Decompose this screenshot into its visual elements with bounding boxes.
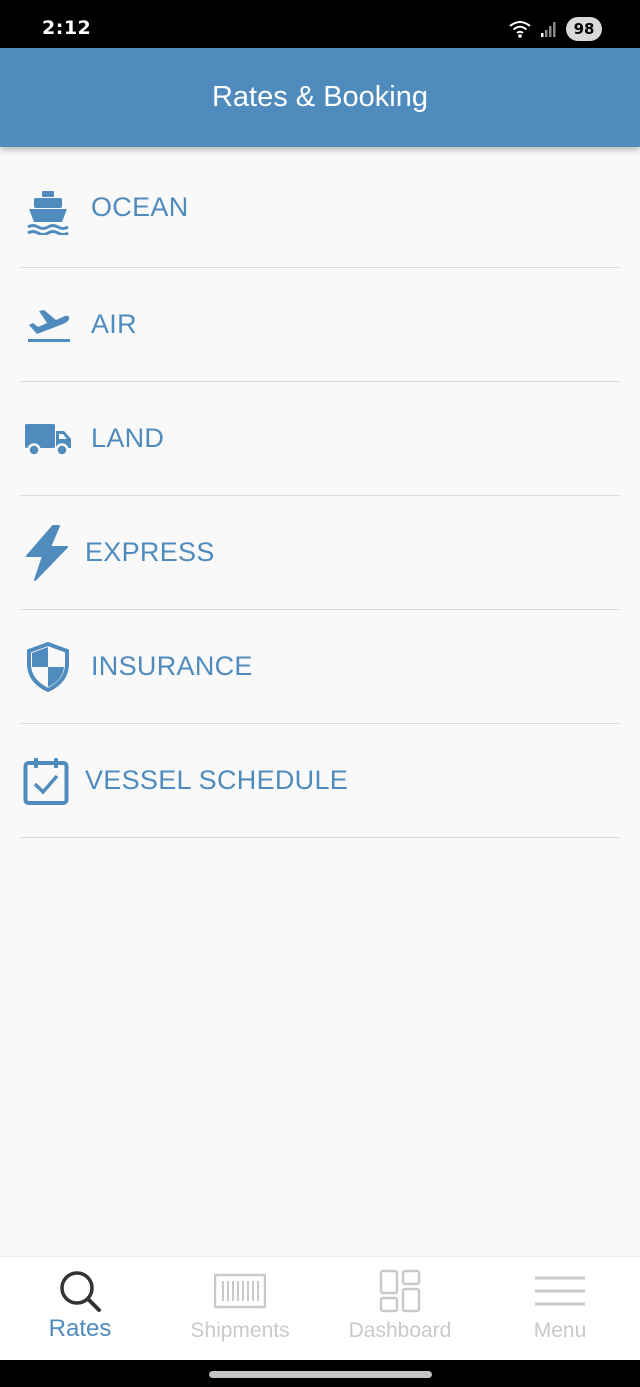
nav-tab-menu[interactable]: Menu — [480, 1257, 640, 1360]
app-bar: Rates & Booking — [0, 48, 640, 147]
menu-item-label: INSURANCE — [91, 651, 253, 681]
menu-item-label: EXPRESS — [85, 537, 215, 567]
menu-item-label: AIR — [91, 309, 137, 339]
truck-icon — [23, 414, 73, 464]
ship-icon — [23, 187, 73, 237]
main-content: OCEAN AIR LAND EXPRESS INSURANCE VESSEL … — [0, 147, 640, 1256]
menu-item-label: OCEAN — [91, 191, 189, 222]
calendar-check-icon — [21, 756, 71, 806]
hamburger-menu-icon — [534, 1269, 586, 1313]
airplane-takeoff-icon — [23, 300, 73, 350]
menu-item-air[interactable]: AIR — [21, 268, 619, 382]
nav-tab-rates[interactable]: Rates — [0, 1257, 160, 1360]
menu-item-insurance[interactable]: INSURANCE — [21, 610, 619, 724]
menu-item-express[interactable]: EXPRESS — [21, 496, 619, 610]
status-time: 2:12 — [42, 17, 92, 39]
nav-tab-shipments[interactable]: Shipments — [160, 1257, 320, 1360]
menu-item-ocean[interactable]: OCEAN — [21, 147, 619, 268]
battery-indicator: 98 — [566, 17, 602, 41]
menu-item-vessel-schedule[interactable]: VESSEL SCHEDULE — [21, 724, 619, 838]
nav-tab-label: Menu — [533, 1319, 587, 1342]
nav-tab-label: Shipments — [190, 1319, 290, 1342]
gesture-bar — [0, 1360, 640, 1387]
page-title: Rates & Booking — [211, 81, 428, 113]
dashboard-icon — [377, 1269, 423, 1313]
status-icons: 98 — [508, 17, 602, 41]
signal-icon — [541, 22, 556, 37]
menu-item-land[interactable]: LAND — [21, 382, 619, 496]
container-icon — [213, 1269, 267, 1313]
menu-item-label: LAND — [91, 423, 165, 453]
nav-tab-dashboard[interactable]: Dashboard — [320, 1257, 480, 1360]
lightning-bolt-icon — [21, 524, 71, 581]
bottom-navigation: Rates Shipments Dashboard Menu — [0, 1256, 640, 1360]
status-bar: 2:12 98 — [0, 0, 640, 48]
menu-item-label: VESSEL SCHEDULE — [85, 765, 349, 795]
rates-menu-list: OCEAN AIR LAND EXPRESS INSURANCE VESSEL … — [21, 147, 619, 838]
wifi-icon — [509, 21, 531, 38]
home-indicator[interactable] — [209, 1371, 432, 1378]
search-icon — [57, 1269, 103, 1313]
nav-tab-label: Dashboard — [348, 1319, 452, 1342]
shield-icon — [23, 641, 73, 692]
nav-tab-label: Rates — [48, 1315, 112, 1342]
